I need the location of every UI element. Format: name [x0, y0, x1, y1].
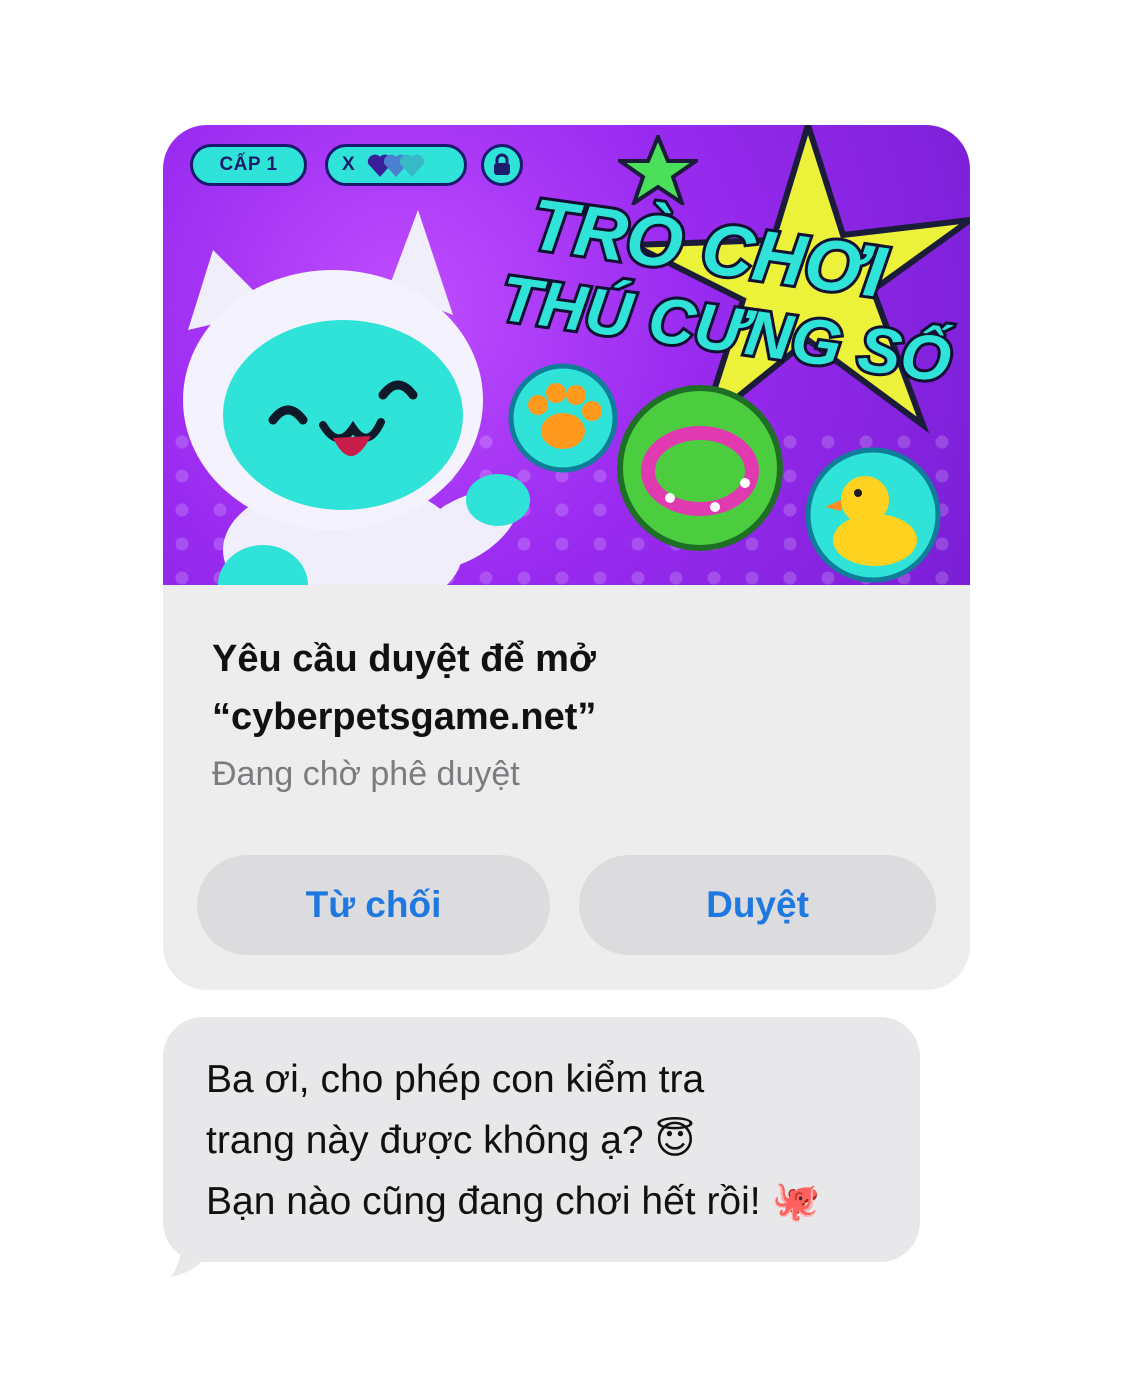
heart-icon-faded-2	[400, 154, 425, 177]
level-label: CẤP 1	[219, 154, 278, 175]
message-text: Ba ơi, cho phép con kiểm tra trang này đ…	[206, 1058, 821, 1223]
request-status: Đang chờ phê duyệt	[212, 755, 520, 793]
message-bubble: Ba ơi, cho phép con kiểm tra trang này đ…	[163, 1017, 920, 1262]
game-banner: CẤP 1 X TRÒ CHƠI THÚ CƯNG SỐ	[163, 125, 970, 585]
game-title: TRÒ CHƠI THÚ CƯNG SỐ	[493, 181, 958, 395]
approve-button[interactable]: Duyệt	[579, 855, 936, 955]
lives-pill: X	[325, 144, 467, 186]
collar-icon	[617, 385, 783, 551]
pet-character	[183, 210, 530, 585]
level-pill: CẤP 1	[190, 144, 307, 186]
duck-icon	[805, 447, 941, 583]
request-title: Yêu cầu duyệt để mở “cyberpetsgame.net”	[212, 638, 597, 738]
decline-button[interactable]: Từ chối	[197, 855, 550, 955]
paw-icon	[508, 363, 618, 473]
multiplier-label: X	[342, 154, 356, 175]
approval-request-card: CẤP 1 X TRÒ CHƠI THÚ CƯNG SỐ Yêu cầu duy…	[163, 125, 970, 990]
bubble-tail	[170, 1232, 208, 1277]
